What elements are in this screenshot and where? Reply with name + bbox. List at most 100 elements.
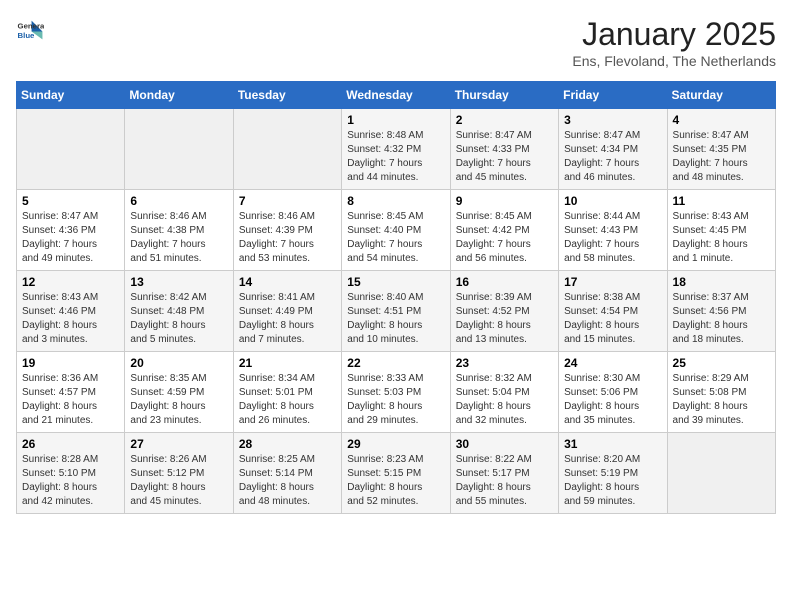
day-info: Sunrise: 8:45 AM Sunset: 4:42 PM Dayligh… bbox=[456, 210, 553, 266]
day-info: Sunrise: 8:47 AM Sunset: 4:34 PM Dayligh… bbox=[564, 129, 661, 185]
day-info: Sunrise: 8:48 AM Sunset: 4:32 PM Dayligh… bbox=[347, 129, 444, 185]
day-cell: 18Sunrise: 8:37 AM Sunset: 4:56 PM Dayli… bbox=[667, 271, 775, 352]
day-number: 24 bbox=[564, 356, 661, 370]
day-cell: 30Sunrise: 8:22 AM Sunset: 5:17 PM Dayli… bbox=[450, 433, 558, 514]
day-number: 4 bbox=[673, 113, 770, 127]
day-cell bbox=[125, 109, 233, 190]
day-number: 21 bbox=[239, 356, 336, 370]
day-number: 17 bbox=[564, 275, 661, 289]
day-info: Sunrise: 8:25 AM Sunset: 5:14 PM Dayligh… bbox=[239, 453, 336, 509]
day-cell: 10 Sunrise: 8:44 AM Sunset: 4:43 PM Dayli… bbox=[559, 190, 667, 271]
day-cell: 26 Sunrise: 8:28 AM Sunset: 5:10 PM Dayli… bbox=[17, 433, 125, 514]
day-cell: 28 Sunrise: 8:25 AM Sunset: 5:14 PM Dayli… bbox=[233, 433, 341, 514]
day-info: Sunrise: 8:33 AM Sunset: 5:03 PM Dayligh… bbox=[347, 372, 444, 428]
day-cell: 14 Sunrise: 8:41 AM Sunset: 4:49 PM Dayli… bbox=[233, 271, 341, 352]
day-number: 12 bbox=[22, 275, 119, 289]
day-number: 6 bbox=[130, 194, 227, 208]
col-header-sunday: Sunday bbox=[17, 82, 125, 109]
logo: General Blue bbox=[16, 16, 44, 44]
day-number: 10 bbox=[564, 194, 661, 208]
day-info: Sunrise: 8:42 AM Sunset: 4:48 PM Dayligh… bbox=[130, 291, 227, 347]
day-number: 30 bbox=[456, 437, 553, 451]
day-info: Sunrise: 8:30 AM Sunset: 5:06 PM Dayligh… bbox=[564, 372, 661, 428]
day-info: Sunrise: 8:29 AM Sunset: 5:08 PM Dayligh… bbox=[673, 372, 770, 428]
page-header: General Blue January 2025 Ens, Flevoland… bbox=[16, 16, 776, 69]
day-info: Sunrise: 8:38 AM Sunset: 4:54 PM Dayligh… bbox=[564, 291, 661, 347]
day-info: Sunrise: 8:37 AM Sunset: 4:56 PM Dayligh… bbox=[673, 291, 770, 347]
day-info: Sunrise: 8:43 AM Sunset: 4:46 PM Dayligh… bbox=[22, 291, 119, 347]
day-info: Sunrise: 8:47 AM Sunset: 4:36 PM Dayligh… bbox=[22, 210, 119, 266]
day-info: Sunrise: 8:46 AM Sunset: 4:38 PM Dayligh… bbox=[130, 210, 227, 266]
day-cell: 4 Sunrise: 8:47 AM Sunset: 4:35 PM Daylig… bbox=[667, 109, 775, 190]
day-cell: 16 Sunrise: 8:39 AM Sunset: 4:52 PM Dayli… bbox=[450, 271, 558, 352]
day-number: 14 bbox=[239, 275, 336, 289]
day-cell: 12 Sunrise: 8:43 AM Sunset: 4:46 PM Dayli… bbox=[17, 271, 125, 352]
logo-icon: General Blue bbox=[16, 16, 44, 44]
week-row-4: 19 Sunrise: 8:36 AM Sunset: 4:57 PM Dayli… bbox=[17, 352, 776, 433]
day-cell: 21Sunrise: 8:34 AM Sunset: 5:01 PM Dayli… bbox=[233, 352, 341, 433]
day-info: Sunrise: 8:26 AM Sunset: 5:12 PM Dayligh… bbox=[130, 453, 227, 509]
day-cell: 27 Sunrise: 8:26 AM Sunset: 5:12 PM Dayli… bbox=[125, 433, 233, 514]
day-info: Sunrise: 8:47 AM Sunset: 4:35 PM Dayligh… bbox=[673, 129, 770, 185]
day-cell: 5 Sunrise: 8:47 AM Sunset: 4:36 PM Daylig… bbox=[17, 190, 125, 271]
day-cell: 9Sunrise: 8:45 AM Sunset: 4:42 PM Daylig… bbox=[450, 190, 558, 271]
day-cell bbox=[233, 109, 341, 190]
col-header-tuesday: Tuesday bbox=[233, 82, 341, 109]
day-number: 2 bbox=[456, 113, 553, 127]
day-cell: 8Sunrise: 8:45 AM Sunset: 4:40 PM Daylig… bbox=[342, 190, 450, 271]
day-cell: 17 Sunrise: 8:38 AM Sunset: 4:54 PM Dayli… bbox=[559, 271, 667, 352]
day-cell: 29Sunrise: 8:23 AM Sunset: 5:15 PM Dayli… bbox=[342, 433, 450, 514]
day-number: 19 bbox=[22, 356, 119, 370]
day-number: 31 bbox=[564, 437, 661, 451]
col-header-thursday: Thursday bbox=[450, 82, 558, 109]
day-number: 15 bbox=[347, 275, 444, 289]
day-cell: 23 Sunrise: 8:32 AM Sunset: 5:04 PM Dayli… bbox=[450, 352, 558, 433]
day-cell: 6 Sunrise: 8:46 AM Sunset: 4:38 PM Daylig… bbox=[125, 190, 233, 271]
day-info: Sunrise: 8:46 AM Sunset: 4:39 PM Dayligh… bbox=[239, 210, 336, 266]
day-info: Sunrise: 8:32 AM Sunset: 5:04 PM Dayligh… bbox=[456, 372, 553, 428]
svg-text:Blue: Blue bbox=[18, 31, 36, 40]
col-header-friday: Friday bbox=[559, 82, 667, 109]
day-number: 23 bbox=[456, 356, 553, 370]
day-info: Sunrise: 8:44 AM Sunset: 4:43 PM Dayligh… bbox=[564, 210, 661, 266]
day-cell: 31 Sunrise: 8:20 AM Sunset: 5:19 PM Dayli… bbox=[559, 433, 667, 514]
day-number: 29 bbox=[347, 437, 444, 451]
location-subtitle: Ens, Flevoland, The Netherlands bbox=[572, 53, 776, 69]
day-number: 5 bbox=[22, 194, 119, 208]
day-number: 11 bbox=[673, 194, 770, 208]
day-info: Sunrise: 8:40 AM Sunset: 4:51 PM Dayligh… bbox=[347, 291, 444, 347]
day-number: 27 bbox=[130, 437, 227, 451]
day-cell: 19 Sunrise: 8:36 AM Sunset: 4:57 PM Dayli… bbox=[17, 352, 125, 433]
day-number: 25 bbox=[673, 356, 770, 370]
day-cell: 3 Sunrise: 8:47 AM Sunset: 4:34 PM Daylig… bbox=[559, 109, 667, 190]
day-cell: 22 Sunrise: 8:33 AM Sunset: 5:03 PM Dayli… bbox=[342, 352, 450, 433]
week-row-1: 1 Sunrise: 8:48 AM Sunset: 4:32 PM Daylig… bbox=[17, 109, 776, 190]
day-cell bbox=[667, 433, 775, 514]
day-info: Sunrise: 8:41 AM Sunset: 4:49 PM Dayligh… bbox=[239, 291, 336, 347]
day-cell: 2Sunrise: 8:47 AM Sunset: 4:33 PM Daylig… bbox=[450, 109, 558, 190]
day-cell: 20Sunrise: 8:35 AM Sunset: 4:59 PM Dayli… bbox=[125, 352, 233, 433]
day-cell: 25 Sunrise: 8:29 AM Sunset: 5:08 PM Dayli… bbox=[667, 352, 775, 433]
day-number: 22 bbox=[347, 356, 444, 370]
day-number: 3 bbox=[564, 113, 661, 127]
day-info: Sunrise: 8:43 AM Sunset: 4:45 PM Dayligh… bbox=[673, 210, 770, 266]
day-number: 1 bbox=[347, 113, 444, 127]
day-info: Sunrise: 8:28 AM Sunset: 5:10 PM Dayligh… bbox=[22, 453, 119, 509]
day-info: Sunrise: 8:39 AM Sunset: 4:52 PM Dayligh… bbox=[456, 291, 553, 347]
col-header-monday: Monday bbox=[125, 82, 233, 109]
day-number: 16 bbox=[456, 275, 553, 289]
day-number: 28 bbox=[239, 437, 336, 451]
calendar-table: SundayMondayTuesdayWednesdayThursdayFrid… bbox=[16, 81, 776, 514]
day-cell: 7 Sunrise: 8:46 AM Sunset: 4:39 PM Daylig… bbox=[233, 190, 341, 271]
week-row-2: 5 Sunrise: 8:47 AM Sunset: 4:36 PM Daylig… bbox=[17, 190, 776, 271]
col-header-wednesday: Wednesday bbox=[342, 82, 450, 109]
day-info: Sunrise: 8:20 AM Sunset: 5:19 PM Dayligh… bbox=[564, 453, 661, 509]
week-row-3: 12 Sunrise: 8:43 AM Sunset: 4:46 PM Dayli… bbox=[17, 271, 776, 352]
day-cell: 1 Sunrise: 8:48 AM Sunset: 4:32 PM Daylig… bbox=[342, 109, 450, 190]
day-info: Sunrise: 8:36 AM Sunset: 4:57 PM Dayligh… bbox=[22, 372, 119, 428]
svg-text:General: General bbox=[18, 21, 44, 30]
day-number: 8 bbox=[347, 194, 444, 208]
day-cell bbox=[17, 109, 125, 190]
day-number: 7 bbox=[239, 194, 336, 208]
day-number: 26 bbox=[22, 437, 119, 451]
